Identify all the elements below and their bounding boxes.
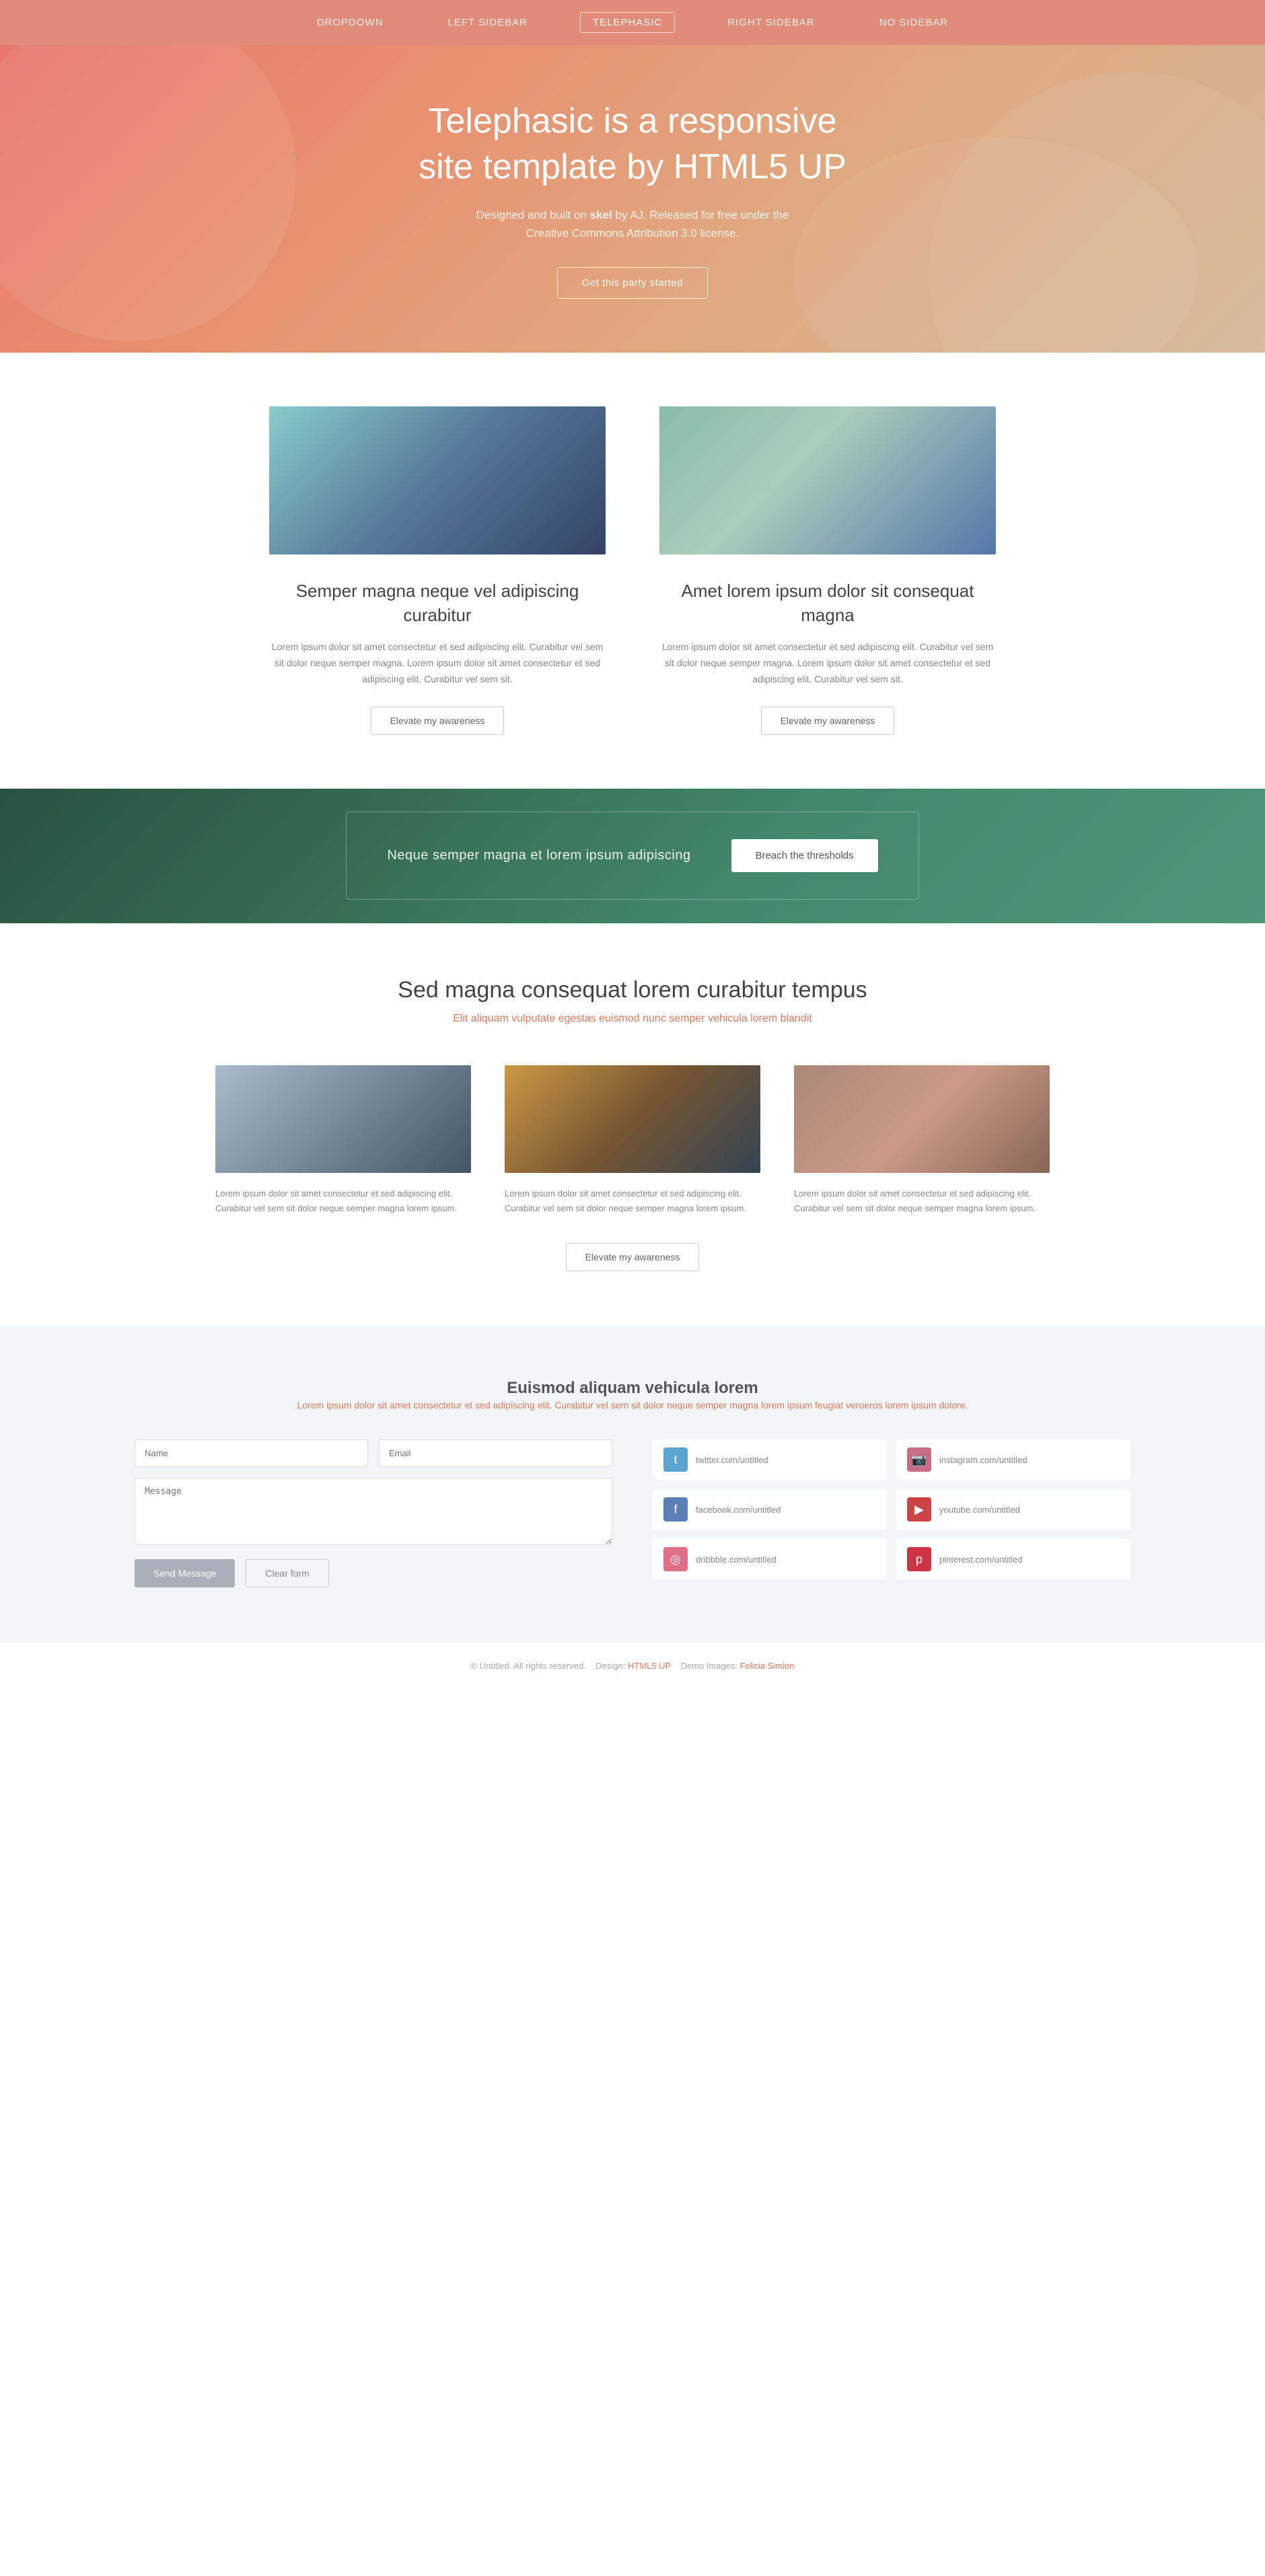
- footer-demo-prefix: Demo Images:: [681, 1661, 740, 1671]
- banner-cta-button[interactable]: Breach the thresholds: [731, 839, 878, 872]
- col-body-1: Lorem ipsum dolor sit amet consectetur e…: [215, 1186, 471, 1216]
- three-col-grid: Lorem ipsum dolor sit amet consectetur e…: [135, 1065, 1130, 1216]
- col-body-3: Lorem ipsum dolor sit amet consectetur e…: [794, 1186, 1050, 1216]
- form-buttons: Send Message Clear form: [135, 1559, 612, 1587]
- instagram-icon: 📷: [907, 1447, 931, 1472]
- feature-cta-2[interactable]: Elevate my awareness: [761, 707, 895, 735]
- features-three-subtitle: Elit aliquam vulputate egestas euismod n…: [135, 1013, 1130, 1025]
- features-three-section: Sed magna consequat lorem curabitur temp…: [0, 923, 1265, 1325]
- feature-cta-1[interactable]: Elevate my awareness: [371, 707, 505, 735]
- col-item-3: Lorem ipsum dolor sit amet consectetur e…: [794, 1065, 1050, 1216]
- clear-form-button[interactable]: Clear form: [246, 1559, 328, 1587]
- instagram-link[interactable]: instagram.com/untitled: [939, 1455, 1027, 1465]
- contact-subtitle: Lorem ipsum dolor sit amet consectetur e…: [135, 1398, 1130, 1412]
- message-textarea[interactable]: [135, 1478, 612, 1545]
- footer-html5up-link[interactable]: HTML5 UP: [628, 1661, 671, 1671]
- col-body-2: Lorem ipsum dolor sit amet consectetur e…: [505, 1186, 760, 1216]
- feature-body-2: Lorem ipsum dolor sit amet consectetur e…: [659, 639, 996, 687]
- facebook-icon: f: [663, 1497, 688, 1522]
- footer-copy: © Untitled. All rights reserved.: [470, 1661, 585, 1671]
- feature-item-1: Semper magna neque vel adipiscing curabi…: [269, 406, 606, 735]
- features-two-section: Semper magna neque vel adipiscing curabi…: [0, 353, 1265, 789]
- dribbble-link[interactable]: dribbble.com/untitled: [696, 1554, 776, 1565]
- feature-image-1: [269, 406, 606, 554]
- hero-section: Telephasic is a responsive site template…: [0, 45, 1265, 353]
- banner-text: Neque semper magna et lorem ipsum adipis…: [387, 848, 690, 863]
- banner-cta-content: Neque semper magna et lorem ipsum adipis…: [346, 812, 918, 900]
- nav-item-no-sidebar[interactable]: No Sidebar: [867, 13, 961, 32]
- col-image-2: [505, 1065, 760, 1173]
- nav-item-left-sidebar[interactable]: Left Sidebar: [436, 13, 540, 32]
- col-image-1: [215, 1065, 471, 1173]
- col-item-2: Lorem ipsum dolor sit amet consectetur e…: [505, 1065, 760, 1216]
- feature-item-2: Amet lorem ipsum dolor sit consequat mag…: [659, 406, 996, 735]
- contact-section: Euismod aliquam vehicula lorem Lorem ips…: [0, 1325, 1265, 1641]
- main-nav: Dropdown Left Sidebar TELEPHASIC Right S…: [0, 0, 1265, 45]
- social-item-instagram: 📷 instagram.com/untitled: [896, 1439, 1130, 1480]
- social-item-facebook: f facebook.com/untitled: [653, 1489, 887, 1530]
- contact-title: Euismod aliquam vehicula lorem: [135, 1379, 1130, 1398]
- footer-felicia-link[interactable]: Felicia Simion: [740, 1661, 795, 1671]
- pinterest-link[interactable]: pinterest.com/untitled: [939, 1554, 1023, 1565]
- features-three-title: Sed magna consequat lorem curabitur temp…: [135, 977, 1130, 1003]
- col-item-1: Lorem ipsum dolor sit amet consectetur e…: [215, 1065, 471, 1216]
- contact-form: Send Message Clear form: [135, 1439, 612, 1587]
- features-three-cta[interactable]: Elevate my awareness: [566, 1243, 700, 1271]
- hero-cta-button[interactable]: Get this party started: [557, 267, 708, 299]
- contact-header: Euismod aliquam vehicula lorem Lorem ips…: [135, 1379, 1130, 1412]
- feature-title-2: Amet lorem ipsum dolor sit consequat mag…: [659, 579, 996, 628]
- email-input[interactable]: [379, 1439, 612, 1467]
- facebook-link[interactable]: facebook.com/untitled: [696, 1505, 781, 1515]
- hero-title: Telephasic is a responsive site template…: [397, 99, 868, 190]
- social-item-youtube: ▶ youtube.com/untitled: [896, 1489, 1130, 1530]
- nav-item-dropdown[interactable]: Dropdown: [305, 13, 396, 32]
- feature-title-1: Semper magna neque vel adipiscing curabi…: [269, 579, 606, 628]
- social-links-area: t twitter.com/untitled 📷 instagram.com/u…: [653, 1439, 1130, 1587]
- hero-description: Designed and built on skel by AJ. Releas…: [464, 206, 801, 242]
- social-item-twitter: t twitter.com/untitled: [653, 1439, 887, 1480]
- social-item-dribbble: ◎ dribbble.com/untitled: [653, 1539, 887, 1579]
- dribbble-icon: ◎: [663, 1547, 688, 1571]
- nav-item-telephasic[interactable]: TELEPHASIC: [580, 12, 675, 33]
- col-image-3: [794, 1065, 1050, 1173]
- nav-item-right-sidebar[interactable]: Right Sidebar: [715, 13, 826, 32]
- name-input[interactable]: [135, 1439, 368, 1467]
- pinterest-icon: p: [907, 1547, 931, 1571]
- youtube-icon: ▶: [907, 1497, 931, 1522]
- feature-image-2: [659, 406, 996, 554]
- site-footer: © Untitled. All rights reserved. Design:…: [0, 1641, 1265, 1690]
- banner-cta-section: Neque semper magna et lorem ipsum adipis…: [0, 789, 1265, 923]
- youtube-link[interactable]: youtube.com/untitled: [939, 1505, 1020, 1515]
- social-item-pinterest: p pinterest.com/untitled: [896, 1539, 1130, 1579]
- contact-wrapper: Send Message Clear form t twitter.com/un…: [135, 1439, 1130, 1587]
- twitter-icon: t: [663, 1447, 688, 1472]
- feature-body-1: Lorem ipsum dolor sit amet consectetur e…: [269, 639, 606, 687]
- form-row-name-email: [135, 1439, 612, 1467]
- twitter-link[interactable]: twitter.com/untitled: [696, 1455, 768, 1465]
- footer-design-prefix: Design:: [595, 1661, 628, 1671]
- send-message-button[interactable]: Send Message: [135, 1559, 235, 1587]
